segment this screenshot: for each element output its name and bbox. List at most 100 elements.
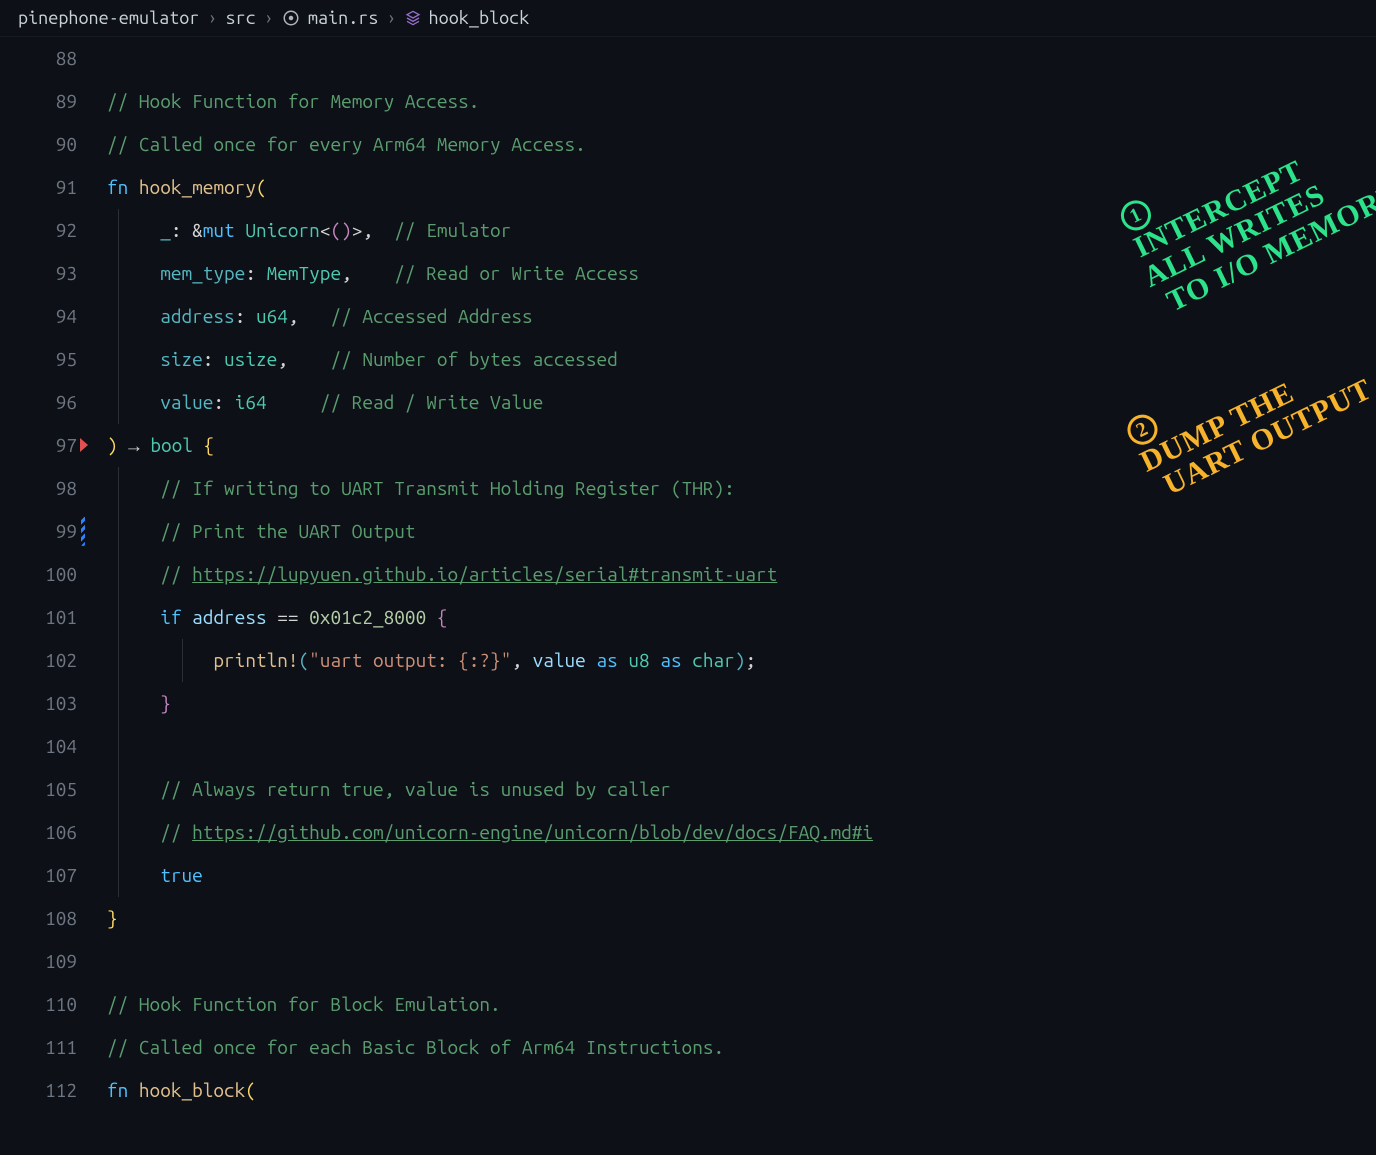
code-token: value: [533, 649, 597, 671]
diff-indicator-icon: [81, 516, 85, 546]
breadcrumb-item[interactable]: pinephone-emulator: [18, 8, 199, 28]
code-line[interactable]: // If writing to UART Transmit Holding R…: [107, 467, 1376, 510]
line-number: 90: [0, 123, 77, 166]
code-line[interactable]: mem_type: MemType, // Read or Write Acce…: [107, 252, 1376, 295]
chevron-right-icon: ›: [386, 8, 396, 28]
code-token: :: [235, 305, 256, 327]
code-line[interactable]: ) → bool {: [107, 424, 1376, 467]
code-token: mem_type: [160, 262, 245, 284]
line-number: 101: [0, 596, 77, 639]
indent-guide: [118, 682, 119, 725]
code-token: MemType: [267, 262, 341, 284]
code-line[interactable]: println!("uart output: {:?}", value as u…: [107, 639, 1376, 682]
indent-guide: [118, 811, 119, 854]
code-token: }: [107, 907, 118, 929]
code-token: // Called once for every Arm64 Memory Ac…: [107, 133, 586, 155]
code-token: ,: [288, 305, 331, 327]
line-number: 109: [0, 940, 77, 983]
line-number: 110: [0, 983, 77, 1026]
line-number: 99: [0, 510, 77, 553]
code-line[interactable]: // Always return true, value is unused b…: [107, 768, 1376, 811]
code-line[interactable]: [107, 725, 1376, 768]
breadcrumb-item[interactable]: main.rs: [308, 8, 379, 28]
code-line[interactable]: // https://github.com/unicorn-engine/uni…: [107, 811, 1376, 854]
editor-area[interactable]: 8889909192939495969798991001011021031041…: [0, 37, 1376, 1152]
indent-guide: [118, 553, 119, 596]
code-token: ==: [267, 606, 310, 628]
code-token: //: [160, 821, 192, 843]
line-number: 107: [0, 854, 77, 897]
code-token: ,: [341, 262, 394, 284]
code-token: fn: [107, 176, 139, 198]
code-line[interactable]: // Print the UART Output: [107, 510, 1376, 553]
code-token: ): [107, 434, 128, 456]
code-token: https://lupyuen.github.io/articles/seria…: [192, 563, 777, 585]
code-line[interactable]: // Called once for each Basic Block of A…: [107, 1026, 1376, 1069]
code-token: // Hook Function for Memory Access.: [107, 90, 479, 112]
code-token: (): [330, 219, 351, 241]
code-token: println!: [213, 649, 298, 671]
code-line[interactable]: fn hook_memory(: [107, 166, 1376, 209]
code-token: [426, 606, 437, 628]
code-token: &: [192, 219, 203, 241]
code-token: https://github.com/unicorn-engine/unicor…: [192, 821, 873, 843]
line-number: 106: [0, 811, 77, 854]
code-token: // Hook Function for Block Emulation.: [107, 993, 501, 1015]
line-number: 89: [0, 80, 77, 123]
line-number: 112: [0, 1069, 77, 1112]
line-number: 102: [0, 639, 77, 682]
code-token: :: [245, 262, 266, 284]
code-token: // If writing to UART Transmit Holding R…: [160, 477, 735, 499]
line-number-gutter: 8889909192939495969798991001011021031041…: [0, 37, 95, 1152]
code-token: ,: [362, 219, 394, 241]
line-number: 94: [0, 295, 77, 338]
code-line[interactable]: fn hook_block(: [107, 1069, 1376, 1112]
code-token: :: [203, 348, 224, 370]
code-token: 0x01c2_8000: [309, 606, 426, 628]
code-line[interactable]: [107, 940, 1376, 983]
code-token: :: [213, 391, 234, 413]
rust-file-icon: [282, 9, 300, 27]
breadcrumb: pinephone-emulator › src › main.rs › hoo…: [0, 0, 1376, 37]
indent-guide: [118, 338, 119, 381]
indent-guide: [118, 381, 119, 424]
line-number: 108: [0, 897, 77, 940]
code-line[interactable]: value: i64 // Read / Write Value: [107, 381, 1376, 424]
code-line[interactable]: true: [107, 854, 1376, 897]
code-line[interactable]: address: u64, // Accessed Address: [107, 295, 1376, 338]
chevron-right-icon: ›: [207, 8, 217, 28]
code-line[interactable]: // Called once for every Arm64 Memory Ac…: [107, 123, 1376, 166]
line-number: 95: [0, 338, 77, 381]
indent-guide: [118, 768, 119, 811]
code-token: (: [256, 176, 267, 198]
code-line[interactable]: if address == 0x01c2_8000 {: [107, 596, 1376, 639]
fold-marker-icon[interactable]: [80, 438, 88, 452]
indent-guide: [118, 854, 119, 897]
code-token: →: [128, 434, 150, 456]
code-line[interactable]: }: [107, 682, 1376, 725]
code-line[interactable]: // Hook Function for Memory Access.: [107, 80, 1376, 123]
code-token: fn: [107, 1079, 139, 1101]
breadcrumb-item[interactable]: src: [226, 8, 256, 28]
code-token: address: [192, 606, 266, 628]
code-token: hook_block: [139, 1079, 245, 1101]
line-number: 111: [0, 1026, 77, 1069]
code-line[interactable]: // https://lupyuen.github.io/articles/se…: [107, 553, 1376, 596]
code-token: ): [735, 649, 746, 671]
code-line[interactable]: }: [107, 897, 1376, 940]
code-token: //: [160, 563, 192, 585]
breadcrumb-item[interactable]: hook_block: [429, 8, 530, 28]
code-token: ,: [277, 348, 330, 370]
code-line[interactable]: // Hook Function for Block Emulation.: [107, 983, 1376, 1026]
indent-guide: [118, 596, 119, 639]
code-token: usize: [224, 348, 277, 370]
code-content[interactable]: // Hook Function for Memory Access. // Ca…: [95, 37, 1376, 1152]
code-token: i64: [235, 391, 267, 413]
indent-guide: [118, 639, 119, 682]
code-line[interactable]: [107, 37, 1376, 80]
code-line[interactable]: _: &mut Unicorn<()>, // Emulator: [107, 209, 1376, 252]
code-token: // Read / Write Value: [320, 391, 543, 413]
code-line[interactable]: size: usize, // Number of bytes accessed: [107, 338, 1376, 381]
code-token: // Read or Write Access: [394, 262, 639, 284]
code-token: {: [437, 606, 448, 628]
